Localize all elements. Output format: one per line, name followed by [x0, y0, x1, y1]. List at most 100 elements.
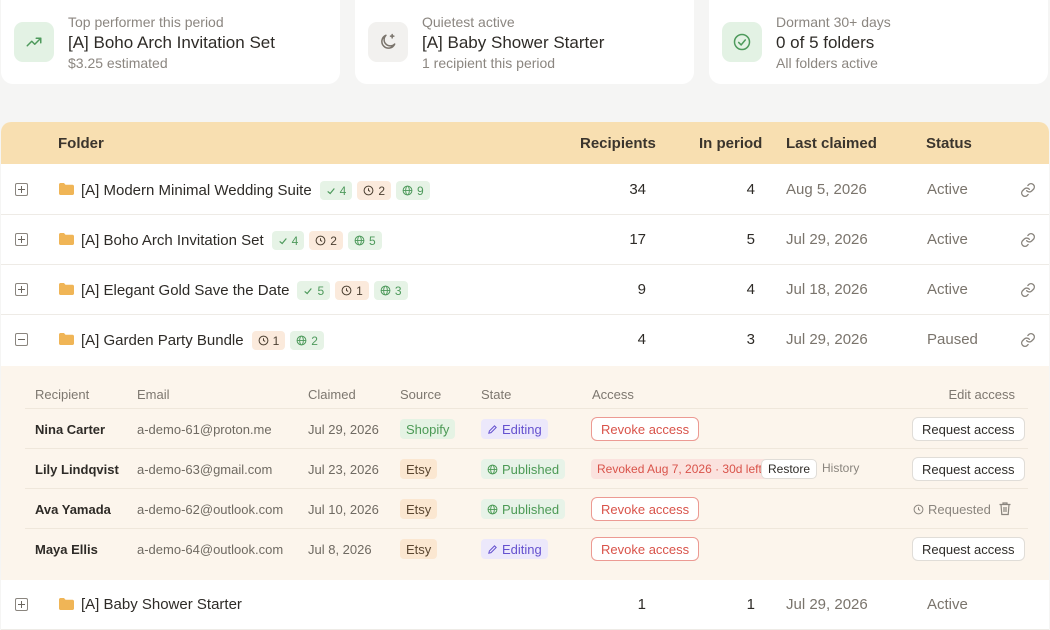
- last-claimed-date: Jul 18, 2026: [786, 281, 868, 298]
- folders-table: Folder Recipients In period Last claimed…: [1, 122, 1049, 630]
- table-row[interactable]: [A] Boho Arch Invitation Set 4 2 5 17 5 …: [1, 215, 1049, 265]
- table-row-expanded[interactable]: [A] Garden Party Bundle 1 2 4 3 Jul 29, …: [1, 315, 1049, 365]
- state-badge: Editing: [481, 419, 548, 439]
- published-count-badge: 3: [373, 281, 408, 300]
- source-badge: Shopify: [400, 419, 456, 439]
- summary-card-top-performer: Top performer this period [A] Boho Arch …: [1, 0, 340, 84]
- status-text: Active: [927, 181, 968, 198]
- recipient-email: a-demo-62@outlook.com: [137, 502, 284, 517]
- globe-icon: [487, 504, 498, 514]
- card-label: Dormant 30+ days: [776, 14, 891, 30]
- recipient-row: Ava Yamada a-demo-62@outlook.com Jul 10,…: [25, 488, 1028, 528]
- folder-name[interactable]: [A] Garden Party Bundle: [81, 332, 244, 349]
- status-text: Active: [927, 596, 968, 613]
- claimed-date: Jul 29, 2026: [308, 422, 379, 437]
- last-claimed-date: Jul 29, 2026: [786, 596, 868, 613]
- clock-icon: [363, 185, 374, 196]
- folder-icon: [59, 183, 74, 195]
- globe-icon: [380, 285, 391, 296]
- link-icon[interactable]: [1020, 232, 1036, 248]
- published-count-badge: 5: [347, 231, 382, 250]
- trash-icon[interactable]: [998, 501, 1012, 516]
- published-count-badge: 9: [396, 181, 430, 200]
- card-sub: All folders active: [776, 55, 878, 71]
- folder-name[interactable]: [A] Baby Shower Starter: [81, 596, 242, 613]
- published-count-badge: 2: [290, 331, 324, 350]
- column-header-last-claimed[interactable]: Last claimed: [786, 135, 877, 152]
- revoke-access-button[interactable]: Revoke access: [591, 417, 700, 441]
- folder-name[interactable]: [A] Boho Arch Invitation Set: [81, 232, 264, 249]
- in-period-count: 5: [746, 231, 755, 248]
- request-access-button[interactable]: Request access: [912, 417, 1025, 441]
- card-sub: 1 recipient this period: [422, 55, 556, 71]
- summary-cards: Top performer this period [A] Boho Arch …: [0, 0, 1050, 84]
- last-claimed-date: Jul 29, 2026: [786, 231, 868, 248]
- claimed-date: Jul 8, 2026: [308, 542, 372, 557]
- expand-icon[interactable]: [15, 233, 28, 246]
- sub-header-edit-access: Edit access: [948, 387, 1015, 402]
- pending-count-badge: 1: [251, 331, 286, 350]
- revoke-access-button[interactable]: Revoke access: [591, 497, 700, 521]
- table-row[interactable]: [A] Baby Shower Starter 1 1 Jul 29, 2026…: [1, 580, 1049, 630]
- table-row[interactable]: [A] Elegant Gold Save the Date 5 1 3 9 4…: [1, 265, 1049, 315]
- request-access-button[interactable]: Request access: [912, 457, 1025, 481]
- recipient-name: Ava Yamada: [35, 502, 111, 517]
- globe-icon: [402, 185, 413, 196]
- card-value: [A] Boho Arch Invitation Set: [68, 33, 275, 52]
- globe-icon: [487, 464, 498, 474]
- recipient-name: Lily Lindqvist: [35, 462, 119, 477]
- recipient-row: Nina Carter a-demo-61@proton.me Jul 29, …: [25, 408, 1028, 448]
- card-label: Top performer this period: [68, 14, 224, 30]
- recipient-name: Nina Carter: [35, 422, 106, 437]
- column-header-recipients[interactable]: Recipients: [580, 135, 656, 152]
- collapse-icon[interactable]: [15, 333, 28, 346]
- globe-icon: [354, 235, 365, 246]
- folder-icon: [59, 233, 74, 245]
- pending-count-badge: 1: [335, 281, 369, 300]
- link-icon[interactable]: [1020, 282, 1036, 298]
- link-icon[interactable]: [1020, 332, 1036, 348]
- table-row[interactable]: [A] Modern Minimal Wedding Suite 4 2 9 3…: [1, 165, 1049, 215]
- revoked-status-badge: Revoked Aug 7, 2026 · 30d left: [591, 459, 768, 479]
- status-text: Paused: [927, 331, 978, 348]
- request-access-button[interactable]: Request access: [912, 537, 1025, 561]
- expand-icon[interactable]: [15, 283, 28, 296]
- recipients-panel: Recipient Email Claimed Source State Acc…: [1, 366, 1049, 580]
- column-header-status[interactable]: Status: [926, 135, 972, 152]
- recipient-name: Maya Ellis: [35, 542, 98, 557]
- folder-icon: [59, 598, 74, 610]
- sub-header-claimed: Claimed: [308, 387, 356, 402]
- expand-icon[interactable]: [15, 183, 28, 196]
- expand-icon[interactable]: [15, 598, 28, 611]
- sub-header-state: State: [481, 387, 512, 402]
- link-icon[interactable]: [1020, 182, 1036, 198]
- clock-icon: [341, 285, 352, 296]
- clock-icon: [258, 335, 268, 346]
- clock-icon: [913, 504, 924, 515]
- claimed-date: Jul 23, 2026: [308, 462, 379, 477]
- column-header-folder[interactable]: Folder: [58, 135, 104, 152]
- recipients-count: 17: [629, 231, 646, 248]
- trending-up-icon: [14, 22, 54, 62]
- folder-name[interactable]: [A] Elegant Gold Save the Date: [81, 282, 289, 299]
- pencil-icon: [488, 424, 497, 434]
- folder-name[interactable]: [A] Modern Minimal Wedding Suite: [81, 182, 312, 199]
- card-value: 0 of 5 folders: [776, 33, 875, 52]
- recipients-count: 4: [637, 331, 646, 348]
- card-sub: $3.25 estimated: [68, 55, 168, 71]
- table-header: Folder Recipients In period Last claimed…: [1, 122, 1049, 164]
- source-badge: Etsy: [400, 459, 438, 479]
- history-link[interactable]: History: [822, 461, 859, 475]
- recipient-email: a-demo-63@gmail.com: [137, 462, 273, 477]
- recipients-count: 1: [637, 596, 646, 613]
- revoke-access-button[interactable]: Revoke access: [591, 537, 700, 561]
- sub-header-source: Source: [400, 387, 442, 402]
- source-badge: Etsy: [400, 539, 438, 559]
- check-icon: [278, 237, 287, 244]
- restore-button[interactable]: Restore: [761, 459, 818, 479]
- pencil-icon: [488, 544, 497, 554]
- sub-header-email: Email: [137, 387, 170, 402]
- status-text: Active: [927, 231, 968, 248]
- column-header-in-period[interactable]: In period: [699, 135, 762, 152]
- folder-icon: [59, 283, 74, 295]
